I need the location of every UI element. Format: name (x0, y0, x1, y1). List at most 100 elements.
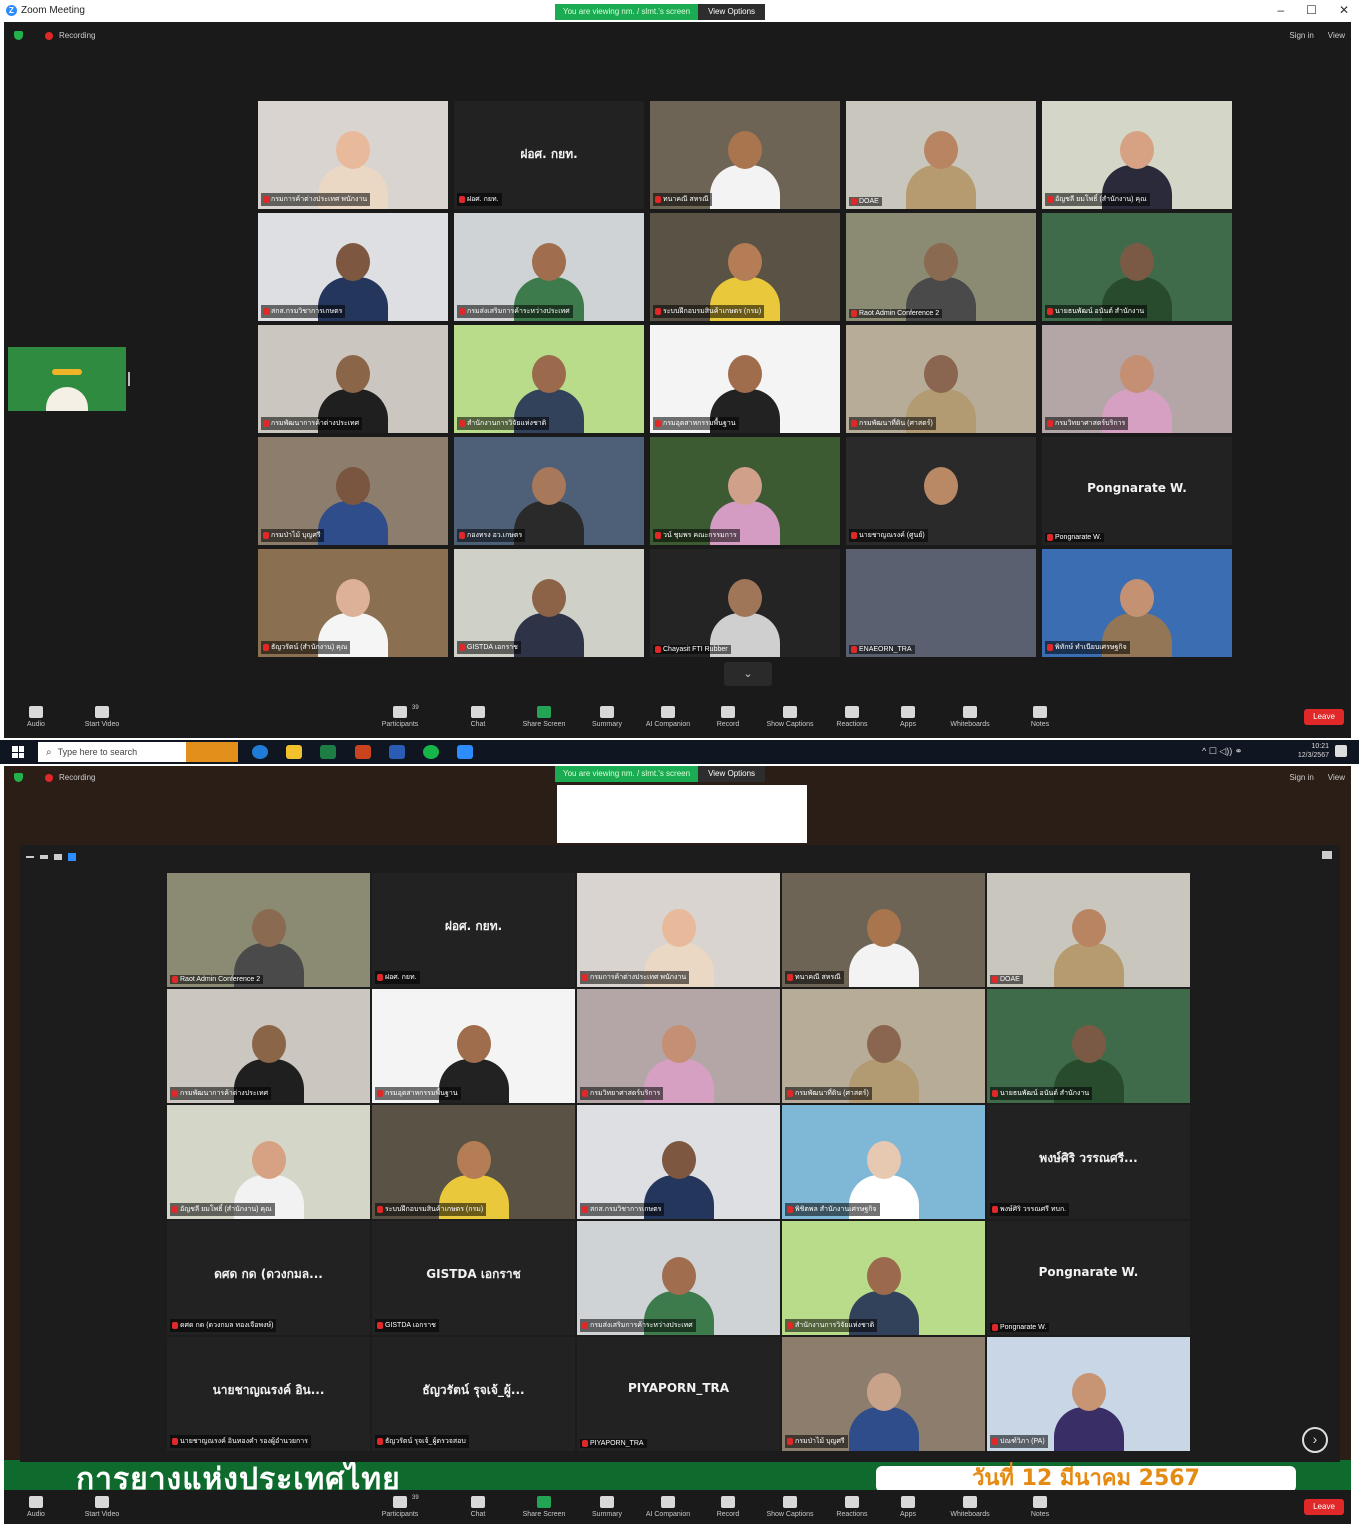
participant-tile[interactable]: กรมป่าไม้ บุญศรี (258, 437, 448, 545)
ai-companion-button[interactable]: AI Companion (638, 1496, 698, 1518)
record-button[interactable]: Record (698, 706, 758, 728)
system-tray-icons[interactable]: ^ ☐ ◁)) ⚭ (1202, 746, 1242, 757)
system-clock[interactable]: 10:21 12/3/2567 (1298, 742, 1329, 760)
participant-tile[interactable]: กรมอุตสาหกรรมพื้นฐาน (372, 989, 575, 1103)
participant-tile[interactable]: กรมการค้าต่างประเทศ พนักงาน (577, 873, 780, 987)
participant-tile[interactable]: นายธนพัฒน์ อนันต์ สำนักงาน (1042, 213, 1232, 321)
participant-tile[interactable]: ฝอศ. กยท. ฝอศ. กยท. (454, 101, 644, 209)
participant-tile[interactable]: ฝอศ. กยท. ฝอศ. กยท. (372, 873, 575, 987)
summary-button[interactable]: Summary (577, 706, 637, 728)
participant-tile[interactable]: กรมพัฒนาที่ดิน (ศาสตร์) (846, 325, 1036, 433)
participant-tile[interactable]: กองทรง อว.เกษตร (454, 437, 644, 545)
line-app-icon[interactable] (423, 745, 439, 759)
participant-tile[interactable]: PIYAPORN_TRA PIYAPORN_TRA (577, 1337, 780, 1451)
apps-button[interactable]: Apps (878, 1496, 938, 1518)
view-options-button[interactable]: View Options (698, 766, 766, 782)
start-video-button[interactable]: Start Video (72, 1496, 132, 1518)
view-options-button[interactable]: View Options (698, 4, 766, 20)
participant-tile[interactable]: นายธนพัฒน์ อนันต์ สำนักงาน (987, 989, 1190, 1103)
participant-tile[interactable]: สกส.กรมวิชาการเกษตร (577, 1105, 780, 1219)
participant-tile[interactable]: สกส.กรมวิชาการเกษตร (258, 213, 448, 321)
participant-tile[interactable]: ธัญวรัตน์ รุจเจ้_ผู้... ธัญวรัตน์ รุจเจ้_… (372, 1337, 575, 1451)
next-page-button[interactable]: › (1302, 1427, 1328, 1453)
chat-button[interactable]: Chat (448, 706, 508, 728)
participant-tile[interactable]: กรมอุตสาหกรรมพื้นฐาน (650, 325, 840, 433)
participant-tile[interactable]: กรมส่งเสริมการค้าระหว่างประเทศ (454, 213, 644, 321)
show-captions-button[interactable]: Show Captions (760, 706, 820, 728)
notes-button[interactable]: Notes (1010, 706, 1070, 728)
view-button[interactable]: View (1328, 773, 1345, 782)
sign-in-link[interactable]: Sign in (1289, 31, 1313, 40)
participant-tile[interactable]: วน์ ชุมพร คณะกรรมการ (650, 437, 840, 545)
participant-tile[interactable]: พิชิตพล สำนักงานเศรษฐกิจ (782, 1105, 985, 1219)
participants-button[interactable]: Participants (370, 1496, 430, 1518)
close-button[interactable]: ✕ (1339, 3, 1349, 17)
chevron-down-icon[interactable]: ⌄ (724, 662, 772, 686)
participant-tile[interactable]: Chayasit FTI Rubber (650, 549, 840, 657)
notes-button[interactable]: Notes (1010, 1496, 1070, 1518)
zoom-app-icon[interactable] (457, 745, 473, 759)
whiteboards-button[interactable]: Whiteboards (940, 1496, 1000, 1518)
participant-tile[interactable]: กรมป่าไม้ บุญศรี (782, 1337, 985, 1451)
leave-button[interactable]: Leave (1304, 1499, 1344, 1515)
chat-button[interactable]: Chat (448, 1496, 508, 1518)
participant-tile[interactable]: ทนาคณี สหรณี (782, 873, 985, 987)
leave-button[interactable]: Leave (1304, 709, 1344, 725)
participant-tile[interactable]: กรมการค้าต่างประเทศ พนักงาน (258, 101, 448, 209)
participant-tile[interactable]: Raot Admin Conference 2 (167, 873, 370, 987)
reactions-button[interactable]: Reactions (822, 1496, 882, 1518)
participant-tile[interactable]: ธัญวรัตน์ (สำนักงาน) คุณ (258, 549, 448, 657)
powerpoint-icon[interactable] (355, 745, 371, 759)
participant-tile[interactable]: กรมวิทยาศาสตร์บริการ (1042, 325, 1232, 433)
participant-tile[interactable]: ทนาคณี สหรณี (650, 101, 840, 209)
record-button[interactable]: Record (698, 1496, 758, 1518)
participant-tile[interactable]: กรมพัฒนาการค้าต่างประเทศ (167, 989, 370, 1103)
participant-tile[interactable]: สำนักงานการวิจัยแห่งชาติ (454, 325, 644, 433)
edge-browser-icon[interactable] (252, 745, 268, 759)
participants-button[interactable]: Participants (370, 706, 430, 728)
summary-button[interactable]: Summary (577, 1496, 637, 1518)
self-view-thumbnail[interactable] (8, 347, 126, 411)
start-video-button[interactable]: Start Video (72, 706, 132, 728)
ai-companion-button[interactable]: AI Companion (638, 706, 698, 728)
fullscreen-icon[interactable] (1322, 851, 1332, 859)
participant-tile[interactable]: Raot Admin Conference 2 (846, 213, 1036, 321)
show-captions-button[interactable]: Show Captions (760, 1496, 820, 1518)
windows-start-icon[interactable] (12, 746, 24, 758)
participant-tile[interactable]: ENAEORN_TRA (846, 549, 1036, 657)
participant-tile[interactable]: สำนักงานการวิจัยแห่งชาติ (782, 1221, 985, 1335)
participant-tile[interactable]: กรมพัฒนาที่ดิน (ศาสตร์) (782, 989, 985, 1103)
participant-tile[interactable]: นายชาญณรงค์ อิน... นายชาญณรงค์ อินทองคำ ร… (167, 1337, 370, 1451)
participant-tile[interactable]: ปณฑ์วิภา (PA) (987, 1337, 1190, 1451)
apps-button[interactable]: Apps (878, 706, 938, 728)
share-screen-button[interactable]: Share Screen (514, 1496, 574, 1518)
file-explorer-icon[interactable] (286, 745, 302, 759)
participant-tile[interactable]: นายชาญณรงค์ (ศูนย์) (846, 437, 1036, 545)
view-button[interactable]: View (1328, 31, 1345, 40)
participant-tile[interactable]: DOAE (987, 873, 1190, 987)
notification-icon[interactable] (1335, 745, 1347, 757)
participant-tile[interactable]: Pongnarate W. Pongnarate W. (987, 1221, 1190, 1335)
participant-tile[interactable]: กรมพัฒนาการค้าต่างประเทศ (258, 325, 448, 433)
word-icon[interactable] (389, 745, 405, 759)
minimize-button[interactable]: – (1277, 3, 1284, 17)
participant-tile[interactable]: ระบบฝึกอบรมสินค้าเกษตร (กรม) (650, 213, 840, 321)
audio-button[interactable]: Audio (6, 706, 66, 728)
sign-in-link[interactable]: Sign in (1289, 773, 1313, 782)
participant-tile[interactable]: กรมวิทยาศาสตร์บริการ (577, 989, 780, 1103)
panel-drag-handle[interactable] (128, 372, 130, 386)
participant-tile[interactable]: Pongnarate W. Pongnarate W. (1042, 437, 1232, 545)
participant-tile[interactable]: พงษ์ศิริ วรรณศรี... พงษ์ศิริ วรรณศรี ทบก. (987, 1105, 1190, 1219)
gallery-controls[interactable] (26, 853, 76, 861)
reactions-button[interactable]: Reactions (822, 706, 882, 728)
participant-tile[interactable]: ระบบฝึกอบรมสินค้าเกษตร (กรม) (372, 1105, 575, 1219)
excel-icon[interactable] (320, 745, 336, 759)
participant-tile[interactable]: อัญชลี ยมโพธิ์ (สำนักงาน) คุณ (1042, 101, 1232, 209)
audio-button[interactable]: Audio (6, 1496, 66, 1518)
maximize-button[interactable]: ☐ (1306, 3, 1317, 17)
whiteboards-button[interactable]: Whiteboards (940, 706, 1000, 728)
participant-tile[interactable]: กรมส่งเสริมการค้าระหว่างประเทศ (577, 1221, 780, 1335)
participant-tile[interactable]: GISTDA เอกราช GISTDA เอกราช (372, 1221, 575, 1335)
participant-tile[interactable]: GISTDA เอกราช (454, 549, 644, 657)
participant-tile[interactable]: พิทักษ์ ทำเนียบเศรษฐกิจ (1042, 549, 1232, 657)
